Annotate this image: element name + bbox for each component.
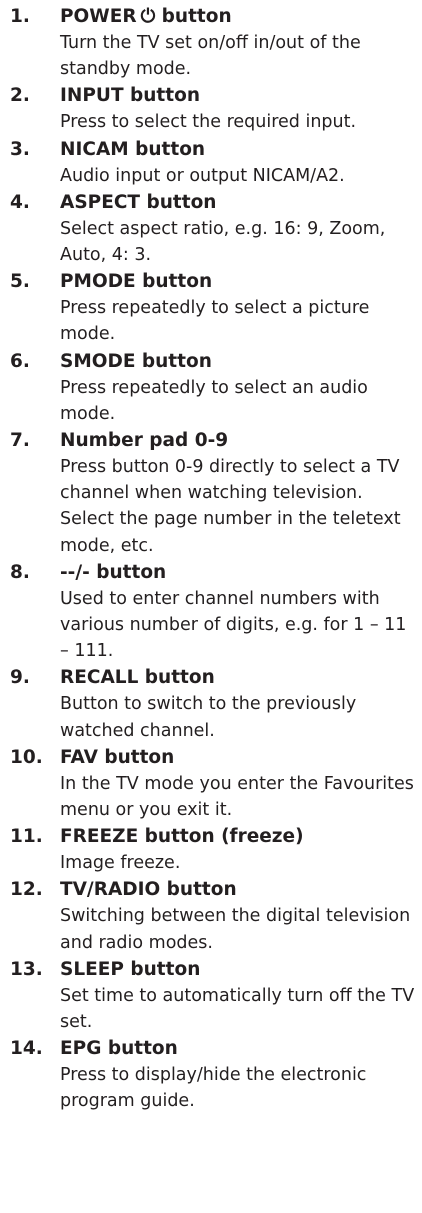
item-content: PMODE button Press repeatedly to select … xyxy=(60,269,422,347)
item-number: 1. xyxy=(10,6,30,27)
item-content: POWER ⏻ button Turn the TV set on/off in/… xyxy=(60,4,422,82)
list-item-freeze: 11. FREEZE button (freeze) Image freeze. xyxy=(0,824,422,876)
item-title: --/- button xyxy=(60,561,167,583)
list-item-nicam: 3. NICAM button Audio input or output NI… xyxy=(0,137,422,189)
item-description: Press to display/hide the electronic pro… xyxy=(60,1065,367,1112)
list-item-aspect: 4. ASPECT button Select aspect ratio, e.… xyxy=(0,190,422,268)
list-item-digits: 8. --/- button Used to enter channel num… xyxy=(0,560,422,665)
power-icon: ⏻ xyxy=(140,6,156,27)
item-description: Press button 0-9 directly to select a TV… xyxy=(60,457,401,556)
item-number: 5. xyxy=(10,271,30,293)
item-title: FAV button xyxy=(60,746,175,768)
item-number: 4. xyxy=(10,191,30,213)
item-content: INPUT button Press to select the require… xyxy=(60,83,422,135)
item-number: 3. xyxy=(10,138,30,160)
item-content: ASPECT button Select aspect ratio, e.g. … xyxy=(60,190,422,268)
item-number: 7. xyxy=(10,430,30,452)
list-item-tv-radio: 12. TV/RADIO button Switching between th… xyxy=(0,877,422,955)
item-description: Set time to automatically turn off the T… xyxy=(60,985,415,1033)
item-title: FREEZE button (freeze) xyxy=(60,826,304,848)
item-title: ASPECT button xyxy=(60,191,217,213)
item-content: FREEZE button (freeze) Image freeze. xyxy=(60,824,422,876)
item-description: Select aspect ratio, e.g. 16: 9, Zoom, A… xyxy=(60,218,386,266)
item-number: 6. xyxy=(10,350,30,372)
item-description: Press to select the required input. xyxy=(60,112,357,133)
item-number: 12. xyxy=(10,879,43,901)
item-description: Press repeatedly to select a picture mod… xyxy=(60,298,370,345)
item-title-text: POWER xyxy=(60,6,137,27)
item-description: Press repeatedly to select an audio mode… xyxy=(60,377,368,424)
item-description: Image freeze. xyxy=(60,853,181,874)
item-title: SLEEP button xyxy=(60,958,201,980)
item-description: In the TV mode you enter the Favourites … xyxy=(60,773,414,821)
item-number: 10. xyxy=(10,746,43,768)
item-title: TV/RADIO button xyxy=(60,879,237,901)
button-description-list: 1. POWER ⏻ button Turn the TV set on/off … xyxy=(0,0,422,1115)
item-content: RECALL button Button to switch to the pr… xyxy=(60,665,422,743)
item-number: 11. xyxy=(10,826,43,848)
item-content: --/- button Used to enter channel number… xyxy=(60,560,422,665)
item-number: 13. xyxy=(10,958,43,980)
list-item-input: 2. INPUT button Press to select the requ… xyxy=(0,83,422,135)
item-description: Turn the TV set on/off in/out of the sta… xyxy=(60,33,361,80)
item-description: Switching between the digital television… xyxy=(60,906,411,953)
list-item-number-pad: 7. Number pad 0-9 Press button 0-9 direc… xyxy=(0,428,422,559)
item-content: TV/RADIO button Switching between the di… xyxy=(60,877,422,955)
item-content: SLEEP button Set time to automatically t… xyxy=(60,957,422,1035)
item-content: SMODE button Press repeatedly to select … xyxy=(60,349,422,427)
item-content: EPG button Press to display/hide the ele… xyxy=(60,1036,422,1114)
item-description: Button to switch to the previously watch… xyxy=(60,694,357,741)
item-title: RECALL button xyxy=(60,667,215,689)
list-item-power: 1. POWER ⏻ button Turn the TV set on/off … xyxy=(0,4,422,82)
item-description: Audio input or output NICAM/A2. xyxy=(60,165,345,186)
item-number: 9. xyxy=(10,667,30,689)
item-title-suffix: button xyxy=(155,6,232,27)
item-number: 8. xyxy=(10,561,30,583)
item-number: 2. xyxy=(10,85,30,107)
item-title: Number pad 0-9 xyxy=(60,430,229,452)
list-item-smode: 6. SMODE button Press repeatedly to sele… xyxy=(0,349,422,427)
list-item-recall: 9. RECALL button Button to switch to the… xyxy=(0,665,422,743)
item-title: PMODE button xyxy=(60,271,213,293)
item-number: 14. xyxy=(10,1038,43,1060)
item-title: POWER ⏻ button xyxy=(60,4,418,30)
item-content: NICAM button Audio input or output NICAM… xyxy=(60,137,422,189)
list-item-epg: 14. EPG button Press to display/hide the… xyxy=(0,1036,422,1114)
item-description: Used to enter channel numbers with vario… xyxy=(60,588,407,662)
item-content: FAV button In the TV mode you enter the … xyxy=(60,745,422,823)
list-item-fav: 10. FAV button In the TV mode you enter … xyxy=(0,745,422,823)
item-content: Number pad 0-9 Press button 0-9 directly… xyxy=(60,428,422,559)
item-title: INPUT button xyxy=(60,85,200,107)
list-item-pmode: 5. PMODE button Press repeatedly to sele… xyxy=(0,269,422,347)
item-title: SMODE button xyxy=(60,350,212,372)
item-title: NICAM button xyxy=(60,138,206,160)
list-item-sleep: 13. SLEEP button Set time to automatical… xyxy=(0,957,422,1035)
item-title: EPG button xyxy=(60,1038,178,1060)
